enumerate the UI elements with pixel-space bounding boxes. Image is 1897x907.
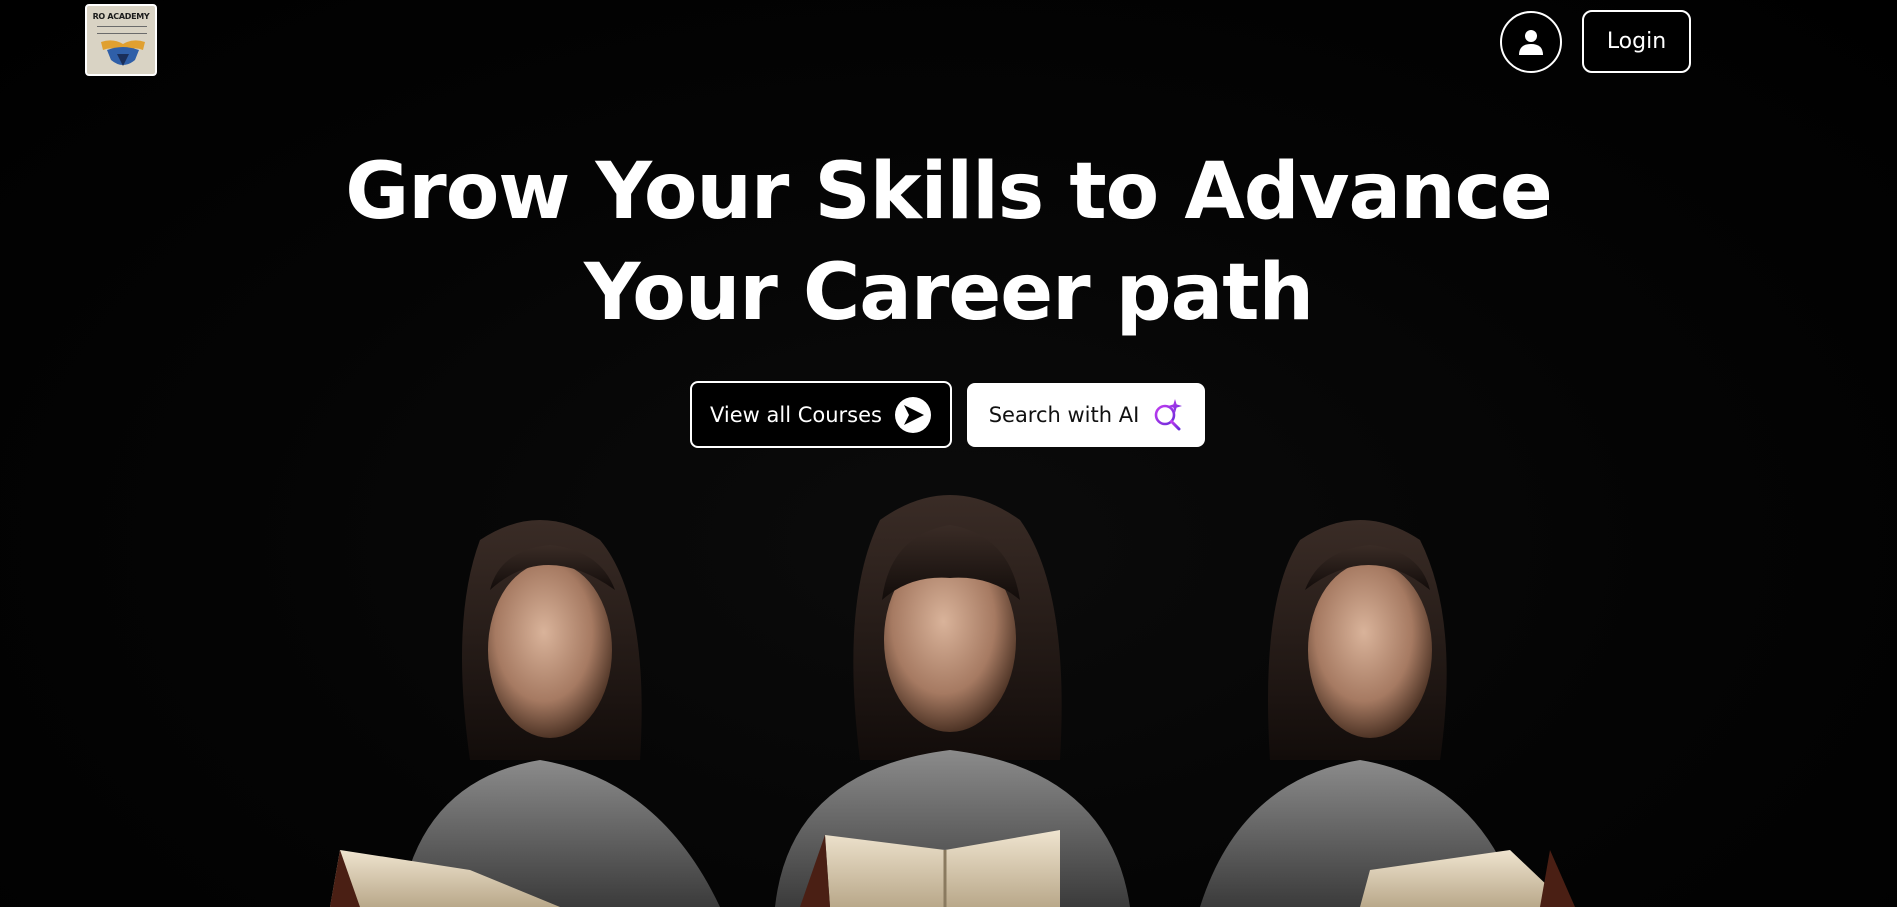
academy-emblem-icon [101,40,145,66]
reader-center [775,495,1130,907]
reader-right [1200,520,1575,907]
landing-page: RO ACADEMY Login Grow Your Skills to Adv… [0,0,1897,907]
reader-left [330,520,720,907]
hero-title: Grow Your Skills to Advance Your Career … [290,142,1607,344]
hero-title-line-1: Grow Your Skills to Advance [345,147,1553,237]
login-button[interactable]: Login [1582,10,1691,73]
site-logo[interactable]: RO ACADEMY [85,4,157,76]
user-icon [1519,30,1543,55]
students-reading-image [330,495,1575,907]
search-with-ai-label: Search with AI [988,403,1140,427]
logo-tagline-lines [97,26,147,34]
user-profile-button[interactable] [1500,11,1562,73]
ai-search-sparkle-icon [1154,399,1183,431]
view-all-courses-button[interactable]: View all Courses [690,381,952,448]
arrow-right-circle-icon [894,396,931,433]
logo-text: RO ACADEMY [92,12,150,21]
view-all-courses-label: View all Courses [710,402,882,427]
hero-title-line-2: Your Career path [583,248,1314,338]
search-with-ai-button[interactable]: Search with AI [967,383,1205,447]
